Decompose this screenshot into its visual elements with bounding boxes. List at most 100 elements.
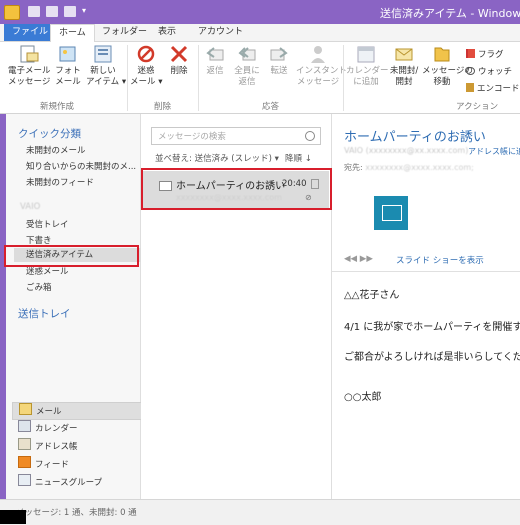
ribbon-tabs: ファイル ホーム フォルダー 表示 アカウント xyxy=(0,24,520,42)
encode-button[interactable]: エンコード xyxy=(466,82,520,94)
reading-divider xyxy=(332,271,520,272)
reading-pane: ホームパーティのお誘い VAIO (xxxxxxxx@xx.xxxx.com) … xyxy=(332,114,520,499)
tab-view[interactable]: 表示 xyxy=(150,24,184,41)
group-separator xyxy=(343,45,344,111)
new-email-label-2: メッセージ xyxy=(8,77,51,87)
photo-mail-icon xyxy=(59,46,76,62)
unread-label: 未開封/ xyxy=(389,66,419,76)
new-item-label: 新しい xyxy=(90,66,116,76)
account-name[interactable]: VAIO xyxy=(20,202,40,212)
mark-unread-button[interactable]: 未開封/ 開封 xyxy=(388,44,420,88)
folder-unread-mail[interactable]: 未開封のメール xyxy=(26,144,86,156)
instant-message-button[interactable]: インスタント メッセージ xyxy=(296,44,347,88)
sort-order-toggle[interactable]: 降順 ↓ xyxy=(285,152,312,164)
tab-folder[interactable]: フォルダー xyxy=(94,24,155,41)
reply-all-button[interactable]: 全員に 返信 xyxy=(232,44,262,88)
group-label-delete: 削除 xyxy=(154,102,172,112)
delete-button[interactable]: 削除 xyxy=(166,44,192,77)
envelope-icon xyxy=(395,48,413,61)
forward-button[interactable]: 転送 xyxy=(266,44,292,77)
encode-label: エンコード xyxy=(477,84,520,94)
nav-newsgroups[interactable]: ニュースグループ xyxy=(12,474,140,490)
forward-icon xyxy=(270,47,288,61)
search-icon[interactable] xyxy=(305,131,315,141)
window-title: 送信済みアイテム - Window xyxy=(380,7,520,20)
nav-calendar-label: カレンダー xyxy=(35,424,78,434)
ribbon: 電子メール メッセージ フォト メール 新しい アイテム ▾ 新規作成 迷惑 メ… xyxy=(0,42,520,114)
rss-feed-icon xyxy=(18,456,31,468)
status-bar: メッセージ: 1 通、未開封: 0 通 xyxy=(0,499,520,525)
watch-label: ウォッチ xyxy=(478,67,513,77)
im-label-2: メッセージ xyxy=(296,77,340,87)
reply-all-label-2: 返信 xyxy=(238,77,256,87)
folder-outbox[interactable]: 送信トレイ xyxy=(18,306,71,321)
nav-calendar[interactable]: カレンダー xyxy=(12,420,140,436)
watch-button[interactable]: ウォッチ xyxy=(466,65,512,77)
nav-contacts[interactable]: アドレス帳 xyxy=(12,438,140,454)
nav-feeds[interactable]: フィード xyxy=(12,456,140,472)
new-mail-quick-icon[interactable] xyxy=(28,6,40,17)
glasses-icon xyxy=(466,67,475,75)
sync-quick-icon[interactable] xyxy=(64,6,76,17)
flag-label: フラグ xyxy=(478,50,504,60)
slideshow-link[interactable]: スライド ショーを表示 xyxy=(396,254,484,266)
reading-to: 宛先: xxxxxxxx@xxxx.xxxx.com; xyxy=(344,162,474,173)
calendar-label: カレンダー xyxy=(346,66,389,76)
im-label: インスタント xyxy=(296,66,347,76)
new-email-icon xyxy=(20,45,39,63)
group-separator xyxy=(198,45,199,111)
status-text: メッセージ: 1 通、未開封: 0 通 xyxy=(16,508,137,518)
calendar-label-2: に追加 xyxy=(353,77,379,87)
customize-qat-chevron-down-icon[interactable]: ▾ xyxy=(82,6,86,15)
encode-icon xyxy=(466,83,474,92)
address-book-icon xyxy=(18,438,31,450)
add-to-contacts-link[interactable]: アドレス帳に追 xyxy=(468,146,520,157)
person-icon xyxy=(311,46,325,63)
junk-mail-button[interactable]: 迷惑 メール ▾ xyxy=(130,44,162,88)
to-label: 宛先: xyxy=(344,163,363,172)
folder-unread-from-contacts[interactable]: 知り合いからの未開封のメ... xyxy=(26,160,136,172)
tab-home[interactable]: ホーム xyxy=(50,24,95,42)
home-quick-icon[interactable] xyxy=(46,6,58,17)
folder-move-icon xyxy=(434,47,450,62)
new-email-label: 電子メール xyxy=(8,66,51,76)
folder-inbox[interactable]: 受信トレイ xyxy=(26,218,69,230)
mail-icon xyxy=(19,403,32,415)
reply-button[interactable]: 返信 xyxy=(202,44,228,77)
nav-mail[interactable]: メール xyxy=(12,402,142,420)
flag-button[interactable]: フラグ xyxy=(466,48,504,60)
tab-account[interactable]: アカウント xyxy=(190,24,251,41)
photo-mail-button[interactable]: フォト メール xyxy=(54,44,82,88)
nav-contacts-label: アドレス帳 xyxy=(35,442,78,452)
nav-newsgroups-label: ニュースグループ xyxy=(35,478,103,488)
image-attachment-icon[interactable] xyxy=(374,196,408,230)
tab-file[interactable]: ファイル xyxy=(4,24,57,41)
new-item-button[interactable]: 新しい アイテム ▾ xyxy=(86,44,126,88)
group-label-new: 新規作成 xyxy=(40,102,75,112)
add-to-calendar-button[interactable]: カレンダー に追加 xyxy=(346,44,389,88)
delete-x-icon xyxy=(170,45,188,63)
search-input[interactable]: メッセージの検索 xyxy=(151,127,321,145)
reading-from: VAIO (xxxxxxxx@xx.xxxx.com) xyxy=(344,146,469,155)
reply-all-icon xyxy=(238,47,256,61)
folder-deleted[interactable]: ごみ箱 xyxy=(26,281,52,293)
to-address: xxxxxxxx@xxxx.xxxx.com; xyxy=(365,163,474,172)
reply-all-label: 全員に xyxy=(234,66,260,76)
reply-label: 返信 xyxy=(206,66,224,76)
mail-app-icon xyxy=(4,5,20,20)
quick-views-header[interactable]: クイック分類 xyxy=(18,126,81,141)
move-message-button[interactable]: メッセージの 移動 xyxy=(422,44,473,88)
new-item-icon xyxy=(94,45,112,63)
folder-unread-feeds[interactable]: 未開封のフィード xyxy=(26,176,94,188)
slide-prev-next-icons[interactable]: ◀◀ ▶▶ xyxy=(344,254,373,264)
block-icon xyxy=(137,45,155,63)
sort-by-dropdown[interactable]: 並べ替え: 送信済み (スレッド) ▾ xyxy=(155,152,279,164)
search-placeholder: メッセージの検索 xyxy=(158,132,226,142)
corner-mark xyxy=(0,510,26,524)
junk-label-2: メール ▾ xyxy=(130,77,163,87)
nav-feeds-label: フィード xyxy=(35,460,69,470)
new-email-button[interactable]: 電子メール メッセージ xyxy=(8,44,51,88)
photo-mail-label-2: メール xyxy=(55,77,81,87)
nav-mail-label: メール xyxy=(36,407,62,417)
highlight-sent-items-folder xyxy=(4,245,139,267)
